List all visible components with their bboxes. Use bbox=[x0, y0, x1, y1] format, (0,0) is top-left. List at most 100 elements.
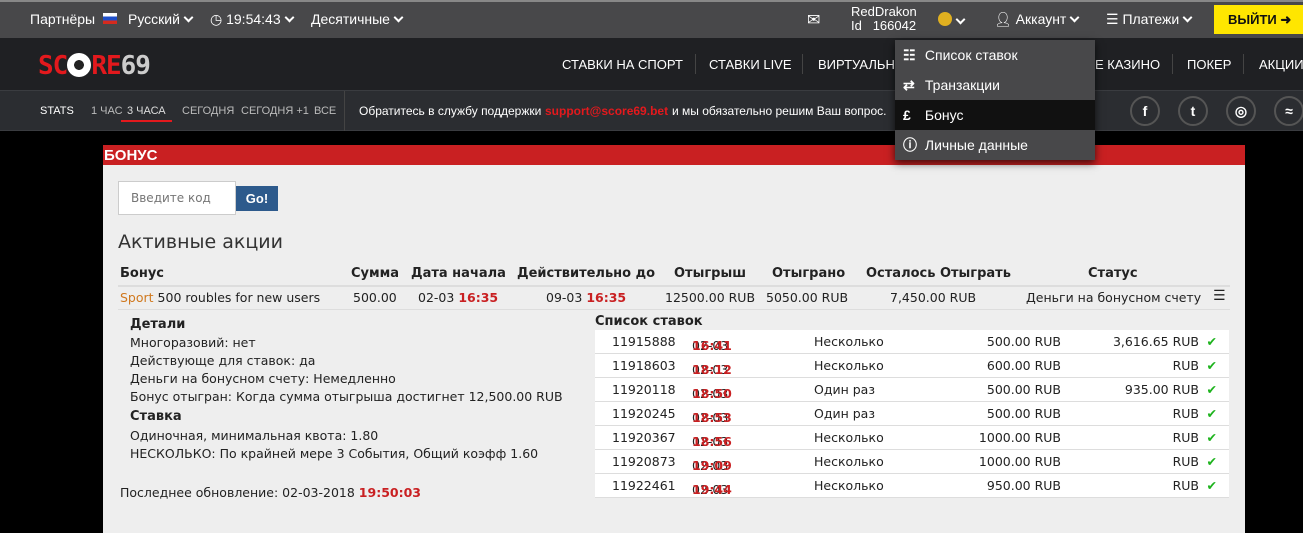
bonus-status: Деньги на бонусном счету bbox=[1026, 290, 1202, 305]
divider bbox=[1243, 54, 1244, 74]
twitter-icon[interactable]: t bbox=[1178, 96, 1208, 126]
account-label: Аккаунт bbox=[1015, 11, 1067, 27]
col-start-date: Дата начала bbox=[411, 266, 506, 281]
nav-live[interactable]: СТАВКИ LIVE bbox=[709, 57, 792, 72]
bet-time: 18:12 bbox=[692, 362, 732, 377]
menu-label: Бонус bbox=[924, 107, 964, 123]
check-icon: ✔ bbox=[1206, 334, 1217, 349]
mail-icon[interactable]: ✉ bbox=[807, 10, 820, 30]
col-status: Статус bbox=[1088, 266, 1138, 281]
details-list-icon[interactable]: ☰ bbox=[1213, 288, 1226, 304]
support-email-link[interactable]: support@score69.bet bbox=[545, 104, 668, 118]
filter-3h[interactable]: 3 ЧАСА bbox=[121, 105, 172, 122]
bets-list-title: Список ставок bbox=[595, 314, 703, 329]
nav-virtual[interactable]: ВИРТУАЛЬН bbox=[818, 57, 895, 72]
bet-type: Несколько bbox=[814, 454, 884, 469]
detail-line: Многоразовий: нет bbox=[130, 335, 256, 350]
bet-stake: 500.00 RUB bbox=[986, 334, 1061, 349]
list-icon: ☰ bbox=[1106, 11, 1119, 27]
bet-win: RUB bbox=[1172, 454, 1199, 469]
last-update-label: Последнее обновление: 02-03-2018 bbox=[120, 485, 355, 500]
bonus-amount: 500.00 bbox=[353, 290, 397, 305]
bet-id: 11920245 bbox=[612, 406, 676, 421]
bonus-panel: БОНУС Go! Активные акции Бонус Сумма Дат… bbox=[103, 145, 1245, 533]
chevron-down-icon bbox=[183, 12, 194, 23]
odds-format-select[interactable]: Десятичные bbox=[311, 11, 406, 27]
bet-id: 11922461 bbox=[612, 478, 676, 493]
nav-poker[interactable]: ПОКЕР bbox=[1187, 57, 1231, 72]
bet-time: 18:53 bbox=[692, 410, 732, 425]
bet-win: RUB bbox=[1172, 478, 1199, 493]
main-nav: SC RE69 СТАВКИ НА СПОРТ СТАВКИ LIVE ВИРТУ… bbox=[0, 38, 1303, 90]
bet-id: 11918603 bbox=[612, 358, 676, 373]
col-amount: Сумма bbox=[351, 266, 400, 281]
user-info: RedDrakon Id 166042 bbox=[851, 5, 917, 33]
logout-button[interactable]: ВЫЙТИ ➜ bbox=[1214, 5, 1303, 34]
stats-bar: STATS 1 ЧАС 3 ЧАСА СЕГОДНЯ СЕГОДНЯ +1 ВС… bbox=[0, 90, 1303, 131]
menu-item-bonus[interactable]: £ Бонус bbox=[895, 100, 1095, 130]
wager-value: 12500.00 RUB bbox=[665, 290, 756, 305]
bet-row: 11920367 02-03 18:56 Несколько 1000.00 R… bbox=[595, 426, 1229, 450]
score69-logo[interactable]: SC RE69 bbox=[38, 51, 151, 81]
check-icon: ✔ bbox=[1206, 430, 1217, 445]
bet-type: Один раз bbox=[814, 406, 875, 421]
last-update-time: 19:50:03 bbox=[358, 485, 421, 500]
bonus-type: Sport bbox=[120, 290, 154, 305]
bet-time: 19:09 bbox=[692, 458, 732, 473]
bet-type: Несколько bbox=[814, 478, 884, 493]
bet-win: RUB bbox=[1172, 358, 1199, 373]
bet-id: 11920367 bbox=[612, 430, 676, 445]
menu-label: Список ставок bbox=[924, 47, 1018, 63]
football-icon bbox=[67, 53, 92, 77]
logo-text: RE bbox=[91, 51, 121, 81]
active-promotions-title: Активные акции bbox=[118, 231, 283, 253]
bet-row: 11920245 02-03 18:53 Один раз 500.00 RUB… bbox=[595, 402, 1229, 426]
partners-link[interactable]: Партнёры bbox=[30, 11, 95, 27]
col-remaining: Осталось Отыграть bbox=[866, 266, 1011, 281]
logout-icon: ➜ bbox=[1280, 12, 1292, 27]
balance-select[interactable] bbox=[938, 12, 968, 29]
russia-flag-icon bbox=[103, 13, 117, 24]
bet-time: 18:56 bbox=[692, 434, 732, 449]
logo-text: SC bbox=[38, 51, 68, 81]
language-select[interactable]: Русский bbox=[128, 11, 196, 27]
end-date: 09-03 bbox=[546, 290, 583, 305]
chevron-down-icon bbox=[1182, 12, 1193, 23]
wagered-value: 5050.00 RUB bbox=[766, 290, 849, 305]
menu-item-personal-data[interactable]: ⓘ Личные данные bbox=[895, 130, 1095, 160]
nav-casino[interactable]: Е КАЗИНО bbox=[1095, 57, 1160, 72]
detail-line: Действующе для ставок: да bbox=[130, 353, 316, 368]
nav-promotions[interactable]: АКЦИИ bbox=[1259, 57, 1303, 72]
bonus-code-input[interactable] bbox=[118, 181, 236, 215]
time-select[interactable]: ◷ 19:54:43 bbox=[210, 11, 297, 28]
rss-icon[interactable]: ≈ bbox=[1274, 96, 1303, 126]
bet-stake: 950.00 RUB bbox=[986, 478, 1061, 493]
logout-label: ВЫЙТИ bbox=[1228, 12, 1277, 27]
menu-item-bet-list[interactable]: ☷ Список ставок bbox=[895, 40, 1095, 70]
start-time: 16:35 bbox=[458, 290, 499, 305]
divider bbox=[118, 285, 1230, 287]
go-button[interactable]: Go! bbox=[236, 186, 278, 211]
bet-time: 16:41 bbox=[692, 338, 732, 353]
nav-sports[interactable]: СТАВКИ НА СПОРТ bbox=[562, 57, 683, 72]
bet-id: 11915888 bbox=[612, 334, 676, 349]
divider bbox=[118, 309, 1230, 310]
bets-table: 11915888 02-03 16:41 Несколько 500.00 RU… bbox=[595, 330, 1229, 498]
facebook-icon[interactable]: f bbox=[1130, 96, 1160, 126]
filter-all[interactable]: ВСЕ bbox=[314, 105, 336, 117]
filter-today[interactable]: СЕГОДНЯ bbox=[182, 105, 234, 117]
filter-1h[interactable]: 1 ЧАС bbox=[91, 105, 123, 117]
payments-menu-button[interactable]: ☰ Платежи bbox=[1106, 11, 1195, 28]
account-menu-button[interactable]: 👤︎ Аккаунт bbox=[994, 11, 1082, 28]
bet-row: 11920118 02-03 18:50 Один раз 500.00 RUB… bbox=[595, 378, 1229, 402]
chevron-down-icon bbox=[1069, 12, 1080, 23]
account-dropdown: ☷ Список ставок ⇄ Транзакции £ Бонус ⓘ Л… bbox=[895, 40, 1095, 160]
instagram-icon[interactable]: ◎ bbox=[1226, 96, 1256, 126]
check-icon: ✔ bbox=[1206, 478, 1217, 493]
filter-today-plus-1[interactable]: СЕГОДНЯ +1 bbox=[241, 105, 309, 117]
remaining-value: 7,450.00 RUB bbox=[890, 290, 977, 305]
chevron-down-icon bbox=[393, 12, 404, 23]
menu-item-transactions[interactable]: ⇄ Транзакции bbox=[895, 70, 1095, 100]
col-wagered: Отыграно bbox=[772, 266, 846, 281]
divider bbox=[344, 91, 345, 131]
